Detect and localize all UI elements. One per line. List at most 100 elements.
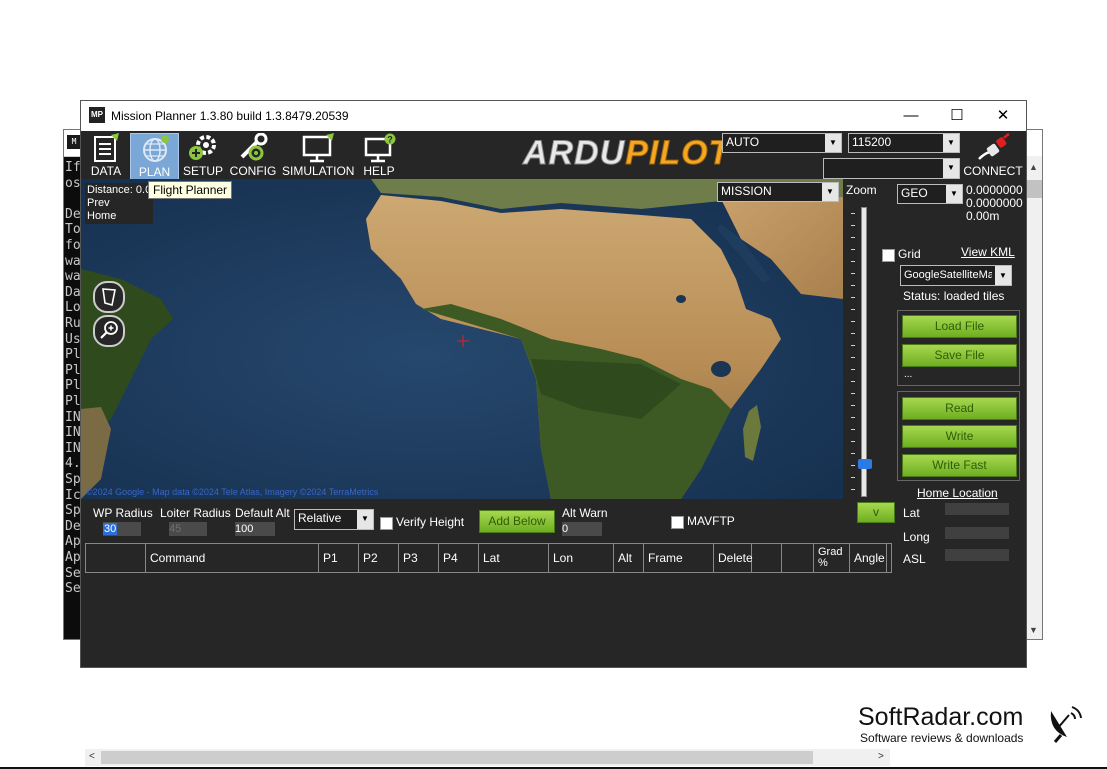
polygon-tool-button[interactable] [93,281,125,313]
more-options-text[interactable]: ... [904,369,912,380]
grid-horizontal-scrollbar[interactable]: < > [85,749,890,766]
grid-column-header[interactable]: Alt [614,544,644,572]
grid-column-header[interactable]: Command [146,544,319,572]
data-tab[interactable]: DATA [85,133,127,179]
alt-mode-select[interactable]: Relative ▼ [294,509,374,530]
alt-warn-input[interactable]: 0 [562,522,602,536]
home-lat-label: Lat [903,506,920,520]
zoom-tick [851,345,855,346]
mavftp-checkbox[interactable] [671,516,684,529]
setup-tab[interactable]: SETUP [181,133,225,179]
grid-column-header[interactable] [782,544,814,572]
coord-readout: 0.0000000 0.0000000 0.00m [966,184,1023,223]
chevron-down-icon: ▼ [822,183,838,201]
zoom-tick [851,237,855,238]
home-long-input[interactable] [945,527,1009,539]
hscroll-thumb[interactable] [101,751,813,764]
grid-column-header[interactable]: P4 [439,544,479,572]
map-view[interactable]: Distance: 0.0 Prev Home MISSION ▼ ©2024 … [81,179,843,499]
config-tab[interactable]: CONFIG [229,133,277,179]
plan-tab[interactable]: PLAN [130,133,179,181]
mission-select[interactable]: MISSION ▼ [717,182,839,202]
add-below-button[interactable]: Add Below [479,510,555,533]
scroll-left-icon[interactable]: < [89,751,95,762]
console-line: Se [65,565,81,581]
simulation-tab-label: SIMULATION [282,164,355,178]
wp-radius-value: 30 [103,523,118,535]
grid-checkbox[interactable] [882,249,895,262]
scroll-right-icon[interactable]: > [878,751,884,762]
grid-column-header[interactable]: Delete [714,544,753,572]
maximize-button[interactable]: ☐ [934,101,980,131]
grid-label: Grid [898,247,921,261]
loiter-radius-input[interactable]: 45 [169,522,207,536]
grid-column-header[interactable]: P1 [319,544,359,572]
console-line: Sp [65,503,81,519]
zoom-tick [851,357,855,358]
simulation-tab[interactable]: SIMULATION [282,133,354,179]
link-select[interactable]: ▼ [823,158,960,179]
scroll-thumb[interactable] [1026,180,1042,198]
home-lat-input[interactable] [945,503,1009,515]
port-select-value: AUTO [726,135,760,149]
zoom-tool-button[interactable] [93,315,125,347]
default-alt-input[interactable]: 100 [235,522,275,536]
zoom-tick [851,309,855,310]
map-provider-select[interactable]: GoogleSatelliteMap ▼ [900,265,1012,286]
expand-button[interactable]: v [857,502,895,523]
wp-radius-input[interactable]: 30 [103,522,141,536]
console-line: Ru [65,316,81,331]
zoom-thumb[interactable] [858,459,872,469]
connect-button[interactable]: CONNECT [963,133,1023,179]
console-scrollbar[interactable]: ▲ ▼ [1026,156,1042,639]
grid-column-header[interactable]: P3 [399,544,439,572]
chevron-down-icon: ▼ [995,266,1011,285]
map-provider-value: GoogleSatelliteMap [904,269,992,281]
grid-column-header[interactable]: Grad % [814,544,850,572]
grid-column-header[interactable]: Angle [850,544,887,572]
zoom-tick [851,285,855,286]
console-line: Us [65,331,81,347]
verify-height-checkbox[interactable] [380,517,393,530]
view-kml-link[interactable]: View KML [961,245,1015,259]
zoom-slider[interactable] [851,207,872,497]
save-file-button[interactable]: Save File [902,344,1017,367]
read-button[interactable]: Read [902,397,1017,420]
port-select[interactable]: AUTO ▼ [722,133,842,153]
load-file-button[interactable]: Load File [902,315,1017,338]
console-line: IN [65,440,81,456]
satellite-map [81,179,843,499]
prev-text: Prev [87,197,110,209]
grid-column-header[interactable]: P2 [359,544,399,572]
title-bar[interactable]: MP Mission Planner 1.3.80 build 1.3.8479… [81,101,1026,131]
ardupilot-logo: ARDUPILOT [522,134,729,173]
write-fast-button[interactable]: Write Fast [902,454,1017,477]
close-button[interactable]: ✕ [980,101,1026,131]
zoom-tick [851,261,855,262]
baud-select[interactable]: 115200 ▼ [848,133,960,153]
grid-column-header[interactable]: Lon [549,544,614,572]
coord-mode-select[interactable]: GEO ▼ [897,184,963,204]
monitor-icon [302,133,334,163]
minimize-button[interactable]: — [888,101,934,131]
default-alt-label: Default Alt [235,506,290,520]
scroll-down-icon[interactable]: ▼ [1029,625,1038,635]
zoom-tick [851,249,855,250]
home-asl-input[interactable] [945,549,1009,561]
write-button[interactable]: Write [902,425,1017,448]
chevron-down-icon: ▼ [946,185,962,203]
coord-mode-value: GEO [901,186,928,200]
logo-pilot: PILOT [625,134,731,173]
grid-column-header[interactable] [752,544,782,572]
console-line: IN [65,409,81,425]
home-location-link[interactable]: Home Location [917,486,998,500]
chevron-down-icon: ▼ [943,134,959,152]
scroll-up-icon[interactable]: ▲ [1029,162,1038,172]
grid-column-header[interactable]: Lat [479,544,549,572]
grid-column-header[interactable]: Frame [644,544,714,572]
chevron-down-icon: ▼ [357,510,373,529]
wrench-icon [240,133,268,161]
grid-column-header[interactable] [86,544,146,572]
mavftp-label: MAVFTP [687,514,735,528]
help-tab[interactable]: ? HELP [357,133,401,179]
